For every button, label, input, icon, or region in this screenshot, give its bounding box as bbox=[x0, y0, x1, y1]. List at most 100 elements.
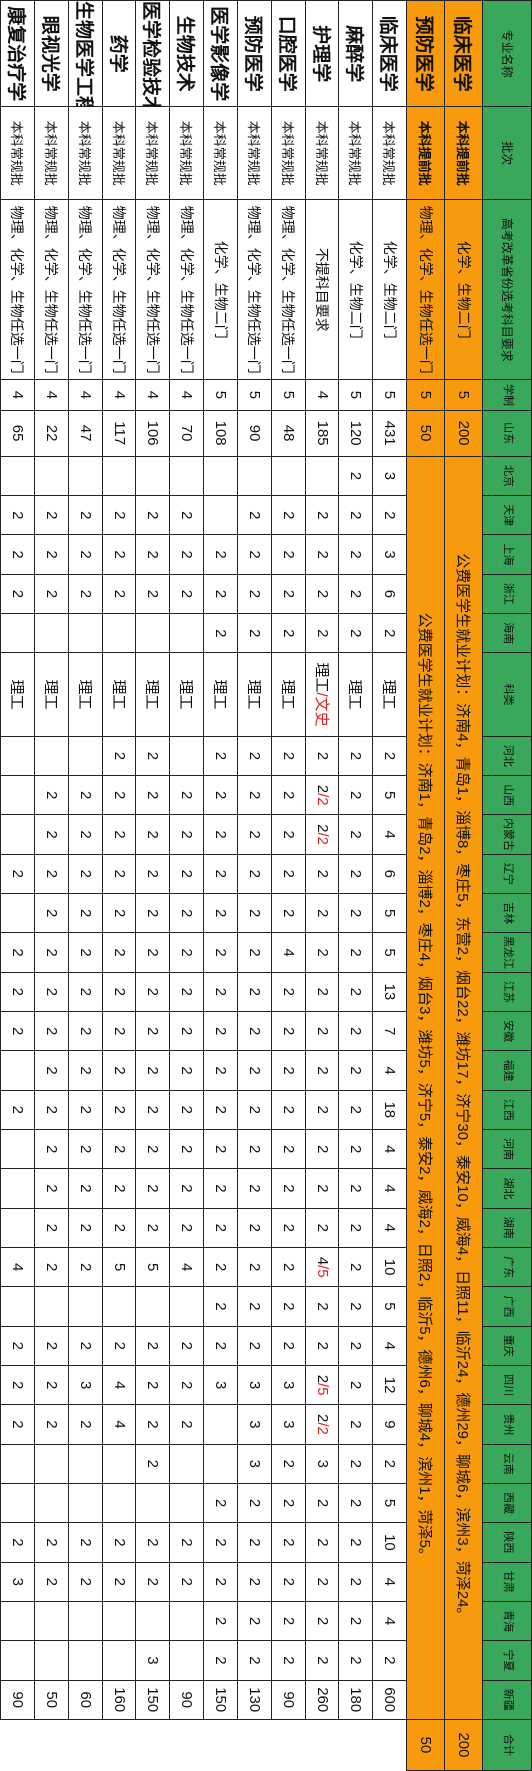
quota-cell: 2 bbox=[203, 1286, 238, 1327]
quota-cell: 4 bbox=[305, 379, 339, 411]
major-name: 生物医学工程 bbox=[68, 0, 103, 107]
major-name: 眼视光学 bbox=[34, 0, 69, 107]
quota-cell: 2 bbox=[271, 972, 306, 1012]
duration: 5 bbox=[444, 379, 483, 411]
quota-cell: 2 bbox=[339, 893, 373, 933]
quota-cell: 2 bbox=[203, 1050, 238, 1091]
quota-cell: 260 bbox=[305, 1680, 339, 1720]
quota-cell bbox=[68, 1483, 103, 1523]
quota-cell: 2 bbox=[237, 814, 272, 855]
quota-cell: 2 bbox=[305, 534, 339, 575]
quota-cell: 2 bbox=[339, 1050, 373, 1091]
quota-cell: 2 bbox=[339, 1562, 373, 1602]
quota-cell: 2 bbox=[169, 1208, 204, 1248]
quota-cell: 18 bbox=[372, 1090, 407, 1130]
quota-cell: 2 bbox=[68, 775, 103, 815]
quota-cell: 2/2 bbox=[305, 1404, 339, 1445]
quota-cell: 2 bbox=[271, 1090, 306, 1130]
quota-cell: 4 bbox=[135, 379, 170, 411]
quota-cell: 3 bbox=[372, 456, 407, 496]
quota-cell: 2 bbox=[169, 1562, 204, 1602]
header-province: 广东 bbox=[482, 1247, 532, 1287]
quota-cell: 2 bbox=[68, 574, 103, 614]
quota-cell: 4 bbox=[372, 814, 407, 855]
quota-cell: 4 bbox=[271, 932, 306, 973]
quota-cell bbox=[102, 456, 136, 496]
quota-cell bbox=[135, 456, 170, 496]
quota-cell: 2 bbox=[271, 1522, 306, 1563]
quota-cell: 13 bbox=[372, 972, 407, 1012]
quota-cell: 2 bbox=[203, 814, 238, 855]
quota-cell: 2 bbox=[305, 736, 339, 776]
quota-cell: 2 bbox=[339, 456, 373, 496]
quota-cell: 2 bbox=[305, 495, 339, 535]
header-province: 贵州 bbox=[482, 1404, 532, 1445]
header-province: 青海 bbox=[482, 1601, 532, 1641]
quota-cell bbox=[169, 1640, 204, 1681]
quota-cell bbox=[135, 1286, 170, 1327]
quota-cell: 2 bbox=[102, 1011, 136, 1051]
quota-cell: 2 bbox=[372, 736, 407, 776]
quota-cell: 70 bbox=[169, 410, 204, 457]
quota-cell: 2 bbox=[169, 1011, 204, 1051]
quota-cell bbox=[305, 456, 339, 496]
quota-cell: 2 bbox=[339, 736, 373, 776]
major-name: 临床医学 bbox=[444, 0, 483, 107]
quota-cell bbox=[0, 1050, 35, 1091]
header-province: 内蒙古 bbox=[482, 814, 532, 855]
quota-cell: 2 bbox=[339, 775, 373, 815]
quota-cell: 2 bbox=[0, 1326, 35, 1366]
quota-cell: 2 bbox=[0, 534, 35, 575]
quota-cell: 5 bbox=[237, 379, 272, 411]
quota-cell: 2 bbox=[203, 775, 238, 815]
quota-cell: 理工 bbox=[237, 652, 272, 737]
quota-cell: 4 bbox=[102, 1404, 136, 1445]
quota-cell: 2 bbox=[34, 1562, 69, 1602]
header-province: 上海 bbox=[482, 534, 532, 575]
quota-cell: 2 bbox=[0, 1522, 35, 1563]
quota-cell: 2 bbox=[102, 1326, 136, 1366]
quota-cell: 2 bbox=[203, 1208, 238, 1248]
major-name: 药学 bbox=[102, 0, 136, 107]
quota-cell: 120 bbox=[339, 410, 373, 457]
quota-cell: 2 bbox=[305, 1601, 339, 1641]
header-province: 新疆 bbox=[482, 1680, 532, 1720]
batch: 本科常规批 bbox=[305, 106, 339, 200]
header-province: 浙江 bbox=[482, 574, 532, 614]
header-province: 天津 bbox=[482, 495, 532, 535]
header-province: 陕西 bbox=[482, 1522, 532, 1563]
quota-cell: 2 bbox=[135, 1522, 170, 1563]
quota-cell: 2 bbox=[305, 1090, 339, 1130]
quota-cell: 2 bbox=[0, 574, 35, 614]
quota-cell: 2 bbox=[135, 736, 170, 776]
header-province: 科类 bbox=[482, 652, 532, 737]
quota-cell: 理工 bbox=[372, 652, 407, 737]
quota-cell: 4 bbox=[372, 1129, 407, 1169]
quota-cell: 2 bbox=[169, 1129, 204, 1169]
quota-cell: 2 bbox=[237, 1129, 272, 1169]
quota-cell: 9 bbox=[372, 1404, 407, 1445]
quota-cell bbox=[34, 613, 69, 653]
quota-cell bbox=[68, 736, 103, 776]
subject-requirement: 物理、化学、生物任选一门 bbox=[34, 199, 69, 380]
table-row: 医学检验技术 本科常规批 物理、化学、生物任选一门 4 106 2 2 2 理工 2 2 2 2 2 2 2 2… bbox=[135, 0, 170, 1771]
quota-cell: 2 bbox=[237, 1168, 272, 1209]
quota-cell: 2 bbox=[339, 1365, 373, 1405]
quota-cell: 2 bbox=[135, 854, 170, 894]
quota-cell: 4 bbox=[372, 1562, 407, 1602]
quota-cell: 2 bbox=[271, 1050, 306, 1091]
quota-cell: 2 bbox=[339, 1090, 373, 1130]
quota-cell: 2 bbox=[237, 1640, 272, 1681]
quota-cell bbox=[68, 1601, 103, 1641]
quota-cell: 5 bbox=[372, 379, 407, 411]
quota-cell: 160 bbox=[102, 1680, 136, 1720]
quota-cell bbox=[102, 1601, 136, 1641]
quota-cell: 2 bbox=[237, 613, 272, 653]
quota-cell: 2 bbox=[237, 1483, 272, 1523]
quota-cell bbox=[0, 613, 35, 653]
quota-cell: 2 bbox=[68, 932, 103, 973]
quota-cell: 3 bbox=[68, 1365, 103, 1405]
batch: 本科常规批 bbox=[203, 106, 238, 200]
quota-cell: 2 bbox=[102, 1129, 136, 1169]
quota-cell: 3 bbox=[271, 1365, 306, 1405]
